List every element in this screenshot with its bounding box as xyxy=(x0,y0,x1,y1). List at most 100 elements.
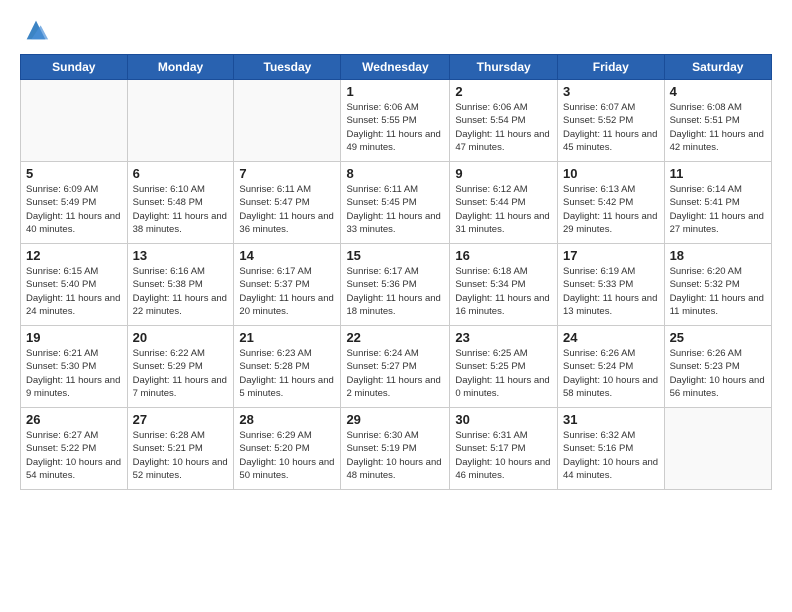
day-number: 30 xyxy=(455,412,552,427)
day-info: Sunrise: 6:17 AM Sunset: 5:37 PM Dayligh… xyxy=(239,265,335,318)
day-info: Sunrise: 6:14 AM Sunset: 5:41 PM Dayligh… xyxy=(670,183,766,236)
day-info: Sunrise: 6:07 AM Sunset: 5:52 PM Dayligh… xyxy=(563,101,659,154)
day-number: 20 xyxy=(133,330,229,345)
day-info: Sunrise: 6:15 AM Sunset: 5:40 PM Dayligh… xyxy=(26,265,122,318)
day-number: 10 xyxy=(563,166,659,181)
day-number: 3 xyxy=(563,84,659,99)
day-info: Sunrise: 6:17 AM Sunset: 5:36 PM Dayligh… xyxy=(346,265,444,318)
day-info: Sunrise: 6:18 AM Sunset: 5:34 PM Dayligh… xyxy=(455,265,552,318)
day-info: Sunrise: 6:20 AM Sunset: 5:32 PM Dayligh… xyxy=(670,265,766,318)
calendar-cell: 19Sunrise: 6:21 AM Sunset: 5:30 PM Dayli… xyxy=(21,326,128,408)
calendar-cell xyxy=(664,408,771,490)
day-number: 4 xyxy=(670,84,766,99)
day-header-wednesday: Wednesday xyxy=(341,55,450,80)
calendar-cell: 24Sunrise: 6:26 AM Sunset: 5:24 PM Dayli… xyxy=(558,326,665,408)
calendar-cell: 27 Sunrise: 6:28 AM Sunset: 5:21 PM Dayli… xyxy=(127,408,234,490)
header xyxy=(20,16,772,44)
day-header-saturday: Saturday xyxy=(664,55,771,80)
calendar-cell: 17Sunrise: 6:19 AM Sunset: 5:33 PM Dayli… xyxy=(558,244,665,326)
day-number: 2 xyxy=(455,84,552,99)
day-header-sunday: Sunday xyxy=(21,55,128,80)
day-info: Sunrise: 6:09 AM Sunset: 5:49 PM Dayligh… xyxy=(26,183,122,236)
week-row-5: 26Sunrise: 6:27 AM Sunset: 5:22 PM Dayli… xyxy=(21,408,772,490)
calendar-cell: 29Sunrise: 6:30 AM Sunset: 5:19 PM Dayli… xyxy=(341,408,450,490)
day-info: Sunrise: 6:24 AM Sunset: 5:27 PM Dayligh… xyxy=(346,347,444,400)
day-number: 16 xyxy=(455,248,552,263)
day-header-tuesday: Tuesday xyxy=(234,55,341,80)
day-number: 12 xyxy=(26,248,122,263)
calendar-cell: 21Sunrise: 6:23 AM Sunset: 5:28 PM Dayli… xyxy=(234,326,341,408)
day-info: Sunrise: 6:16 AM Sunset: 5:38 PM Dayligh… xyxy=(133,265,229,318)
day-info: Sunrise: 6:25 AM Sunset: 5:25 PM Dayligh… xyxy=(455,347,552,400)
calendar-cell: 20 Sunrise: 6:22 AM Sunset: 5:29 PM Dayli… xyxy=(127,326,234,408)
day-info: Sunrise: 6:19 AM Sunset: 5:33 PM Dayligh… xyxy=(563,265,659,318)
calendar-cell xyxy=(127,80,234,162)
day-info: Sunrise: 6:28 AM Sunset: 5:21 PM Dayligh… xyxy=(133,429,229,482)
day-number: 28 xyxy=(239,412,335,427)
calendar-cell: 5 Sunrise: 6:09 AM Sunset: 5:49 PM Daylig… xyxy=(21,162,128,244)
calendar-cell: 9 Sunrise: 6:12 AM Sunset: 5:44 PM Daylig… xyxy=(450,162,558,244)
calendar-cell: 28 Sunrise: 6:29 AM Sunset: 5:20 PM Dayli… xyxy=(234,408,341,490)
day-number: 31 xyxy=(563,412,659,427)
day-info: Sunrise: 6:22 AM Sunset: 5:29 PM Dayligh… xyxy=(133,347,229,400)
day-number: 29 xyxy=(346,412,444,427)
calendar-cell: 31 Sunrise: 6:32 AM Sunset: 5:16 PM Dayli… xyxy=(558,408,665,490)
calendar-cell: 30 Sunrise: 6:31 AM Sunset: 5:17 PM Dayli… xyxy=(450,408,558,490)
day-number: 19 xyxy=(26,330,122,345)
day-number: 23 xyxy=(455,330,552,345)
day-info: Sunrise: 6:26 AM Sunset: 5:23 PM Dayligh… xyxy=(670,347,766,400)
day-info: Sunrise: 6:11 AM Sunset: 5:47 PM Dayligh… xyxy=(239,183,335,236)
day-info: Sunrise: 6:23 AM Sunset: 5:28 PM Dayligh… xyxy=(239,347,335,400)
day-number: 5 xyxy=(26,166,122,181)
day-number: 15 xyxy=(346,248,444,263)
calendar-cell: 25 Sunrise: 6:26 AM Sunset: 5:23 PM Dayli… xyxy=(664,326,771,408)
day-number: 18 xyxy=(670,248,766,263)
week-row-2: 5 Sunrise: 6:09 AM Sunset: 5:49 PM Daylig… xyxy=(21,162,772,244)
day-info: Sunrise: 6:12 AM Sunset: 5:44 PM Dayligh… xyxy=(455,183,552,236)
calendar-cell: 7 Sunrise: 6:11 AM Sunset: 5:47 PM Daylig… xyxy=(234,162,341,244)
day-info: Sunrise: 6:13 AM Sunset: 5:42 PM Dayligh… xyxy=(563,183,659,236)
calendar-cell: 23 Sunrise: 6:25 AM Sunset: 5:25 PM Dayli… xyxy=(450,326,558,408)
day-number: 24 xyxy=(563,330,659,345)
week-row-1: 1 Sunrise: 6:06 AM Sunset: 5:55 PM Daylig… xyxy=(21,80,772,162)
calendar-cell: 15 Sunrise: 6:17 AM Sunset: 5:36 PM Dayli… xyxy=(341,244,450,326)
day-info: Sunrise: 6:32 AM Sunset: 5:16 PM Dayligh… xyxy=(563,429,659,482)
day-info: Sunrise: 6:29 AM Sunset: 5:20 PM Dayligh… xyxy=(239,429,335,482)
calendar-cell: 14 Sunrise: 6:17 AM Sunset: 5:37 PM Dayli… xyxy=(234,244,341,326)
day-number: 11 xyxy=(670,166,766,181)
day-info: Sunrise: 6:11 AM Sunset: 5:45 PM Dayligh… xyxy=(346,183,444,236)
calendar-cell: 18 Sunrise: 6:20 AM Sunset: 5:32 PM Dayli… xyxy=(664,244,771,326)
logo-icon xyxy=(22,16,50,44)
day-number: 8 xyxy=(346,166,444,181)
day-number: 22 xyxy=(346,330,444,345)
day-number: 25 xyxy=(670,330,766,345)
calendar-cell: 11 Sunrise: 6:14 AM Sunset: 5:41 PM Dayli… xyxy=(664,162,771,244)
day-info: Sunrise: 6:08 AM Sunset: 5:51 PM Dayligh… xyxy=(670,101,766,154)
day-number: 27 xyxy=(133,412,229,427)
calendar-cell: 6 Sunrise: 6:10 AM Sunset: 5:48 PM Daylig… xyxy=(127,162,234,244)
calendar-cell: 1 Sunrise: 6:06 AM Sunset: 5:55 PM Daylig… xyxy=(341,80,450,162)
calendar-cell: 26Sunrise: 6:27 AM Sunset: 5:22 PM Dayli… xyxy=(21,408,128,490)
day-number: 9 xyxy=(455,166,552,181)
calendar-cell: 10 Sunrise: 6:13 AM Sunset: 5:42 PM Dayli… xyxy=(558,162,665,244)
day-number: 7 xyxy=(239,166,335,181)
day-number: 13 xyxy=(133,248,229,263)
week-row-3: 12 Sunrise: 6:15 AM Sunset: 5:40 PM Dayli… xyxy=(21,244,772,326)
calendar-header-row: SundayMondayTuesdayWednesdayThursdayFrid… xyxy=(21,55,772,80)
day-header-thursday: Thursday xyxy=(450,55,558,80)
week-row-4: 19Sunrise: 6:21 AM Sunset: 5:30 PM Dayli… xyxy=(21,326,772,408)
day-info: Sunrise: 6:27 AM Sunset: 5:22 PM Dayligh… xyxy=(26,429,122,482)
day-info: Sunrise: 6:06 AM Sunset: 5:55 PM Dayligh… xyxy=(346,101,444,154)
logo xyxy=(20,16,50,44)
calendar-container: SundayMondayTuesdayWednesdayThursdayFrid… xyxy=(0,0,792,612)
calendar-cell: 3 Sunrise: 6:07 AM Sunset: 5:52 PM Daylig… xyxy=(558,80,665,162)
day-number: 14 xyxy=(239,248,335,263)
day-info: Sunrise: 6:31 AM Sunset: 5:17 PM Dayligh… xyxy=(455,429,552,482)
day-number: 1 xyxy=(346,84,444,99)
day-number: 6 xyxy=(133,166,229,181)
calendar-cell xyxy=(21,80,128,162)
calendar-cell: 8 Sunrise: 6:11 AM Sunset: 5:45 PM Daylig… xyxy=(341,162,450,244)
day-info: Sunrise: 6:06 AM Sunset: 5:54 PM Dayligh… xyxy=(455,101,552,154)
day-info: Sunrise: 6:10 AM Sunset: 5:48 PM Dayligh… xyxy=(133,183,229,236)
calendar-cell: 2 Sunrise: 6:06 AM Sunset: 5:54 PM Daylig… xyxy=(450,80,558,162)
